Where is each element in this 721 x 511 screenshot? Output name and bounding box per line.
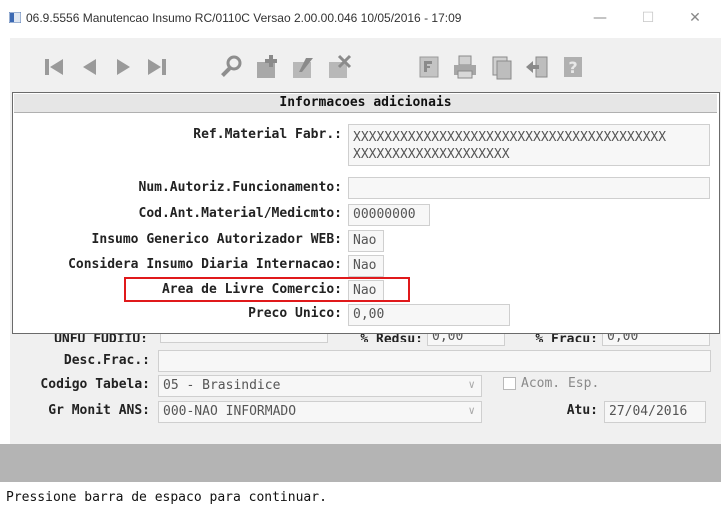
- cod-ant-field[interactable]: 00000000: [348, 204, 430, 226]
- exit-icon[interactable]: [520, 50, 554, 84]
- insumo-generico-field[interactable]: Nao: [348, 230, 384, 252]
- num-autoriz-label: Num.Autoriz.Funcionamento:: [138, 180, 343, 195]
- codigo-tabela-value: 05 - Brasindice: [163, 378, 281, 393]
- previous-record-icon[interactable]: [72, 50, 106, 84]
- partial-field-c[interactable]: 0,00: [602, 332, 710, 346]
- edit-icon[interactable]: [286, 50, 320, 84]
- dialog-title: Informacoes adicionais: [14, 94, 717, 113]
- gr-monit-value: 000-NAO INFORMADO: [163, 404, 297, 419]
- help-icon[interactable]: ?: [556, 50, 590, 84]
- last-record-icon[interactable]: [140, 50, 174, 84]
- ref-material-label: Ref.Material Fabr.:: [193, 127, 342, 142]
- minimize-button[interactable]: —: [580, 4, 620, 32]
- num-autoriz-field[interactable]: [348, 177, 710, 199]
- chevron-down-icon: ∨: [468, 378, 475, 391]
- first-record-icon[interactable]: [37, 50, 71, 84]
- acom-esp-label: Acom. Esp.: [521, 376, 600, 391]
- filter-icon[interactable]: [412, 50, 446, 84]
- print-icon[interactable]: [448, 50, 482, 84]
- ref-material-line2: XXXXXXXXXXXXXXXXXXXX: [353, 147, 510, 162]
- close-button[interactable]: ✕: [675, 4, 715, 32]
- window-title: 06.9.5556 Manutencao Insumo RC/0110C Ver…: [26, 11, 462, 25]
- delete-icon[interactable]: [322, 50, 356, 84]
- considera-insumo-field[interactable]: Nao: [348, 255, 384, 277]
- atu-label: Atu:: [566, 403, 598, 418]
- insumo-generico-label: Insumo Generico Autorizador WEB:: [91, 232, 342, 247]
- chevron-down-icon: ∨: [468, 404, 475, 417]
- codigo-tabela-label: Codigo Tabela:: [40, 377, 150, 392]
- svg-text:?: ?: [568, 58, 577, 77]
- add-icon[interactable]: [250, 50, 284, 84]
- desc-frac-label: Desc.Frac.:: [63, 353, 150, 368]
- copy-icon[interactable]: [484, 50, 518, 84]
- acom-esp-checkbox[interactable]: [503, 377, 516, 390]
- desc-frac-field[interactable]: [158, 350, 711, 372]
- cod-ant-label: Cod.Ant.Material/Medicmto:: [138, 206, 343, 221]
- maximize-button[interactable]: ☐: [628, 4, 668, 32]
- search-icon[interactable]: [214, 50, 248, 84]
- gr-monit-select[interactable]: 000-NAO INFORMADO ∨: [158, 401, 482, 423]
- preco-unico-field[interactable]: 0,00: [348, 304, 510, 326]
- app-icon: [9, 12, 21, 23]
- preco-unico-label: Preco Unico:: [248, 306, 342, 321]
- codigo-tabela-select[interactable]: 05 - Brasindice ∨: [158, 375, 482, 397]
- partial-field-b[interactable]: 0,00: [427, 332, 505, 346]
- gr-monit-label: Gr Monit ANS:: [48, 403, 150, 418]
- status-message: Pressione barra de espaco para continuar…: [6, 490, 327, 505]
- next-record-icon[interactable]: [107, 50, 141, 84]
- considera-insumo-label: Considera Insumo Diaria Internacao:: [68, 257, 342, 272]
- toolbar: ?: [14, 42, 710, 92]
- highlight-box: [124, 277, 410, 302]
- empty-panel: [0, 444, 721, 482]
- ref-material-field[interactable]: XXXXXXXXXXXXXXXXXXXXXXXXXXXXXXXXXXXXXXXX…: [348, 124, 710, 166]
- ref-material-line1: XXXXXXXXXXXXXXXXXXXXXXXXXXXXXXXXXXXXXXXX: [353, 130, 667, 145]
- atu-field[interactable]: 27/04/2016: [604, 401, 706, 423]
